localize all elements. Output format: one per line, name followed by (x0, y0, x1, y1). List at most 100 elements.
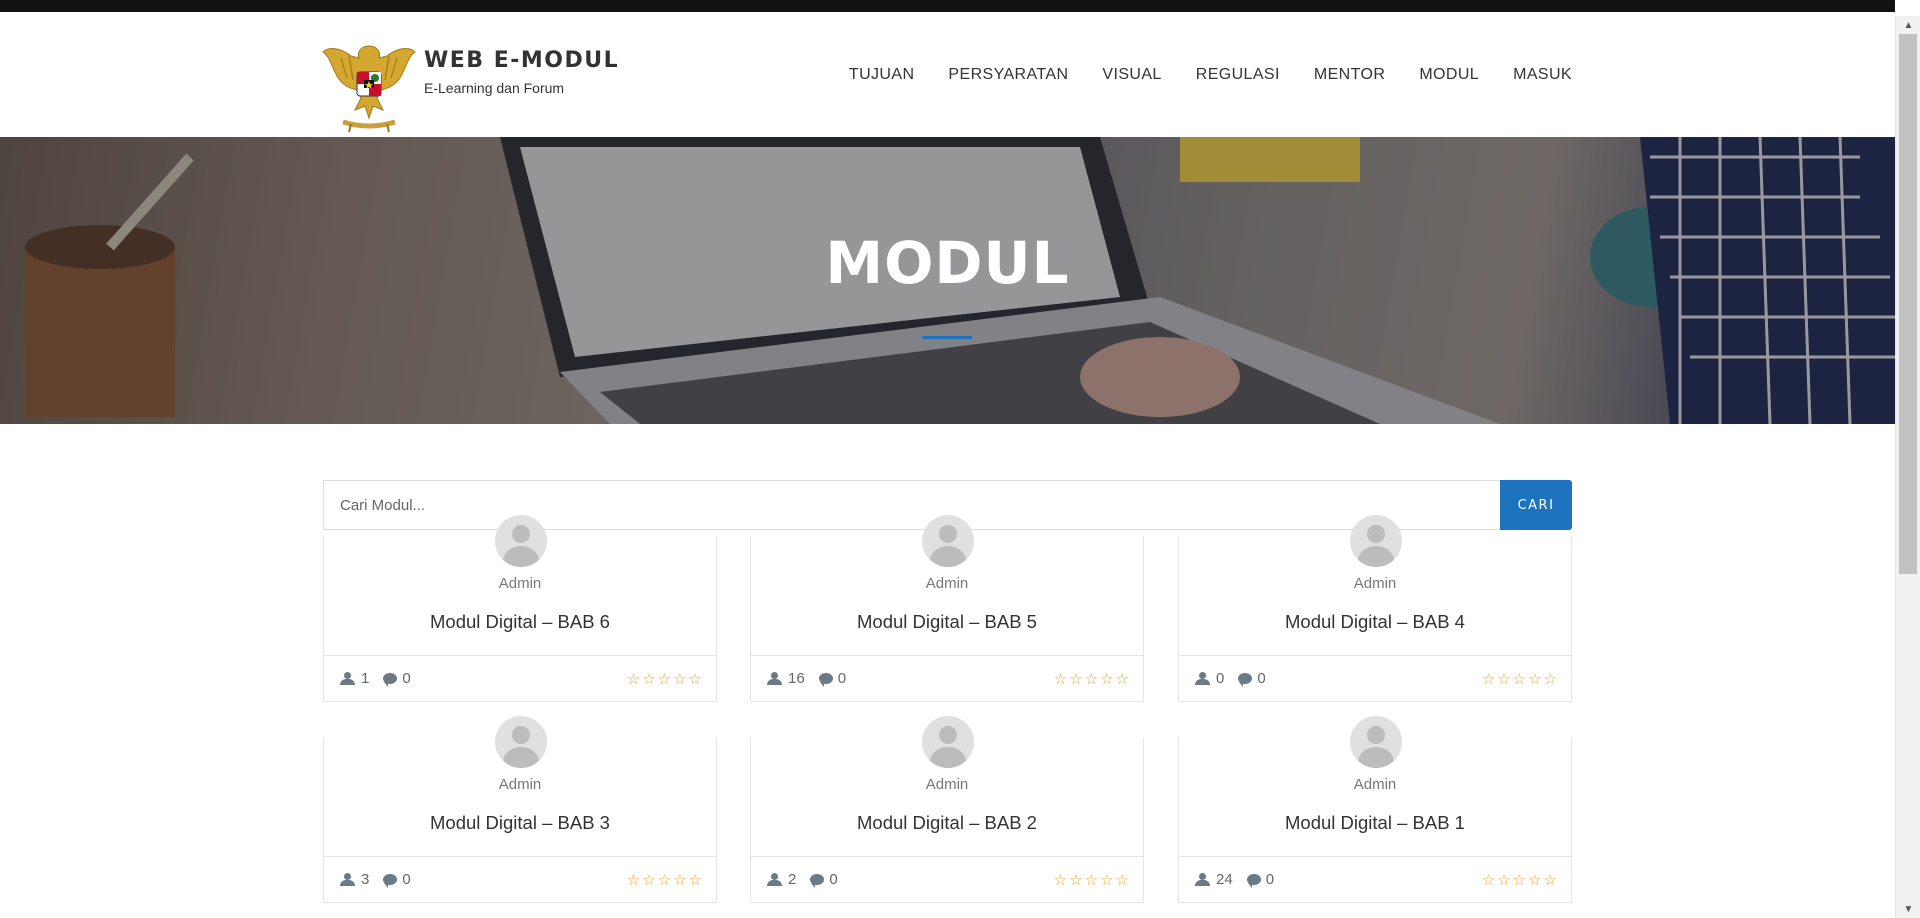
avatar (495, 716, 547, 768)
star-icon: ☆ (673, 871, 687, 889)
star-icon: ☆ (626, 871, 641, 889)
star-icon: ☆ (688, 871, 702, 889)
module-card[interactable]: Admin Modul Digital – BAB 1 24 0 ☆ ☆ ☆ ☆ ☆ (1178, 716, 1572, 903)
garuda-logo-icon[interactable] (321, 38, 417, 136)
comment-icon (1238, 673, 1253, 687)
star-icon: ☆ (1053, 871, 1068, 889)
main-nav: TUJUAN PERSYARATAN VISUAL REGULASI MENTO… (849, 66, 1572, 84)
users-icon (338, 672, 356, 685)
card-title[interactable]: Modul Digital – BAB 5 (751, 611, 1143, 633)
card-footer: 2 0 ☆ ☆ ☆ ☆ ☆ (751, 856, 1143, 902)
card-author: Admin (925, 776, 969, 793)
card-author: Admin (498, 575, 542, 592)
comment-icon (810, 874, 825, 888)
nav-tujuan[interactable]: TUJUAN (849, 66, 915, 84)
card-footer: 0 0 ☆ ☆ ☆ ☆ ☆ (1179, 655, 1571, 701)
module-card[interactable]: Admin Modul Digital – BAB 3 3 0 ☆ ☆ ☆ ☆ ☆ (323, 716, 717, 903)
scroll-up-arrow-icon[interactable]: ▲ (1896, 16, 1920, 34)
comment-count: 0 (1265, 871, 1275, 888)
comment-count: 0 (402, 670, 411, 687)
star-icon: ☆ (1069, 871, 1083, 889)
users-icon (765, 672, 783, 685)
avatar (922, 515, 974, 567)
scroll-thumb[interactable] (1899, 34, 1917, 574)
star-icon: ☆ (1543, 871, 1557, 889)
card-title[interactable]: Modul Digital – BAB 1 (1179, 812, 1571, 834)
member-count: 16 (788, 670, 805, 687)
member-count: 3 (361, 871, 370, 888)
star-icon: ☆ (1481, 871, 1496, 889)
search-button[interactable]: CARI (1500, 480, 1572, 530)
hero-banner: MODUL (0, 137, 1895, 424)
comment-icon (383, 874, 398, 888)
star-icon: ☆ (1512, 670, 1527, 688)
star-icon: ☆ (1543, 670, 1557, 688)
star-icon: ☆ (1497, 670, 1511, 688)
avatar (495, 515, 547, 567)
page-scrollbar[interactable]: ▲ ▼ (1895, 16, 1920, 918)
rating-stars[interactable]: ☆ ☆ ☆ ☆ ☆ (1054, 670, 1129, 688)
comment-icon (383, 673, 398, 687)
nav-regulasi[interactable]: REGULASI (1196, 66, 1280, 84)
star-icon: ☆ (1084, 871, 1099, 889)
member-count: 1 (361, 670, 370, 687)
card-footer: 3 0 ☆ ☆ ☆ ☆ ☆ (324, 856, 716, 902)
star-icon: ☆ (642, 670, 656, 688)
scroll-down-arrow-icon[interactable]: ▼ (1896, 900, 1920, 918)
card-author: Admin (1353, 776, 1397, 793)
module-card[interactable]: Admin Modul Digital – BAB 6 1 0 ☆ ☆ ☆ ☆ ☆ (323, 515, 717, 702)
module-card[interactable]: Admin Modul Digital – BAB 4 0 0 ☆ ☆ ☆ ☆ ☆ (1178, 515, 1572, 702)
users-icon (338, 873, 356, 886)
member-count: 2 (788, 871, 797, 888)
site-header: WEB E-MODUL E-Learning dan Forum TUJUAN … (0, 16, 1895, 136)
page: WEB E-MODUL E-Learning dan Forum TUJUAN … (0, 16, 1895, 918)
rating-stars[interactable]: ☆ ☆ ☆ ☆ ☆ (627, 871, 702, 889)
nav-modul[interactable]: MODUL (1419, 66, 1479, 84)
star-icon: ☆ (1512, 871, 1527, 889)
users-icon (765, 873, 783, 886)
star-icon: ☆ (626, 670, 641, 688)
card-footer: 24 0 ☆ ☆ ☆ ☆ ☆ (1179, 856, 1571, 902)
users-icon (1193, 873, 1211, 886)
card-author: Admin (925, 575, 969, 592)
nav-mentor[interactable]: MENTOR (1314, 66, 1385, 84)
nav-persyaratan[interactable]: PERSYARATAN (948, 66, 1068, 84)
rating-stars[interactable]: ☆ ☆ ☆ ☆ ☆ (1482, 670, 1557, 688)
comment-count: 0 (402, 871, 411, 888)
star-icon: ☆ (657, 871, 672, 889)
member-count: 24 (1216, 871, 1233, 888)
title-underline (922, 336, 972, 339)
star-icon: ☆ (657, 670, 672, 688)
star-icon: ☆ (1069, 670, 1083, 688)
comment-icon (818, 673, 833, 687)
module-card[interactable]: Admin Modul Digital – BAB 5 16 0 ☆ ☆ ☆ ☆ ☆ (750, 515, 1144, 702)
card-footer: 16 0 ☆ ☆ ☆ ☆ ☆ (751, 655, 1143, 701)
star-icon: ☆ (1053, 670, 1068, 688)
nav-masuk[interactable]: MASUK (1513, 66, 1572, 84)
module-card[interactable]: Admin Modul Digital – BAB 2 2 0 ☆ ☆ ☆ ☆ ☆ (750, 716, 1144, 903)
avatar (1350, 515, 1402, 567)
search-input[interactable] (323, 480, 1500, 530)
avatar (1350, 716, 1402, 768)
card-author: Admin (1353, 575, 1397, 592)
card-author: Admin (498, 776, 542, 793)
brand-subtitle: E-Learning dan Forum (424, 80, 565, 96)
avatar (922, 716, 974, 768)
card-title[interactable]: Modul Digital – BAB 2 (751, 812, 1143, 834)
comment-count: 0 (829, 871, 838, 888)
rating-stars[interactable]: ☆ ☆ ☆ ☆ ☆ (1054, 871, 1129, 889)
comment-count: 0 (837, 670, 847, 687)
star-icon: ☆ (1115, 670, 1129, 688)
page-title: MODUL (825, 229, 1070, 297)
rating-stars[interactable]: ☆ ☆ ☆ ☆ ☆ (627, 670, 702, 688)
card-title[interactable]: Modul Digital – BAB 4 (1179, 611, 1571, 633)
card-title[interactable]: Modul Digital – BAB 6 (324, 611, 716, 633)
users-icon (1193, 672, 1211, 685)
nav-visual[interactable]: VISUAL (1102, 66, 1161, 84)
member-count: 0 (1216, 670, 1225, 687)
star-icon: ☆ (688, 670, 702, 688)
star-icon: ☆ (1481, 670, 1496, 688)
rating-stars[interactable]: ☆ ☆ ☆ ☆ ☆ (1482, 871, 1557, 889)
card-title[interactable]: Modul Digital – BAB 3 (324, 812, 716, 834)
brand-title[interactable]: WEB E-MODUL (424, 48, 619, 73)
